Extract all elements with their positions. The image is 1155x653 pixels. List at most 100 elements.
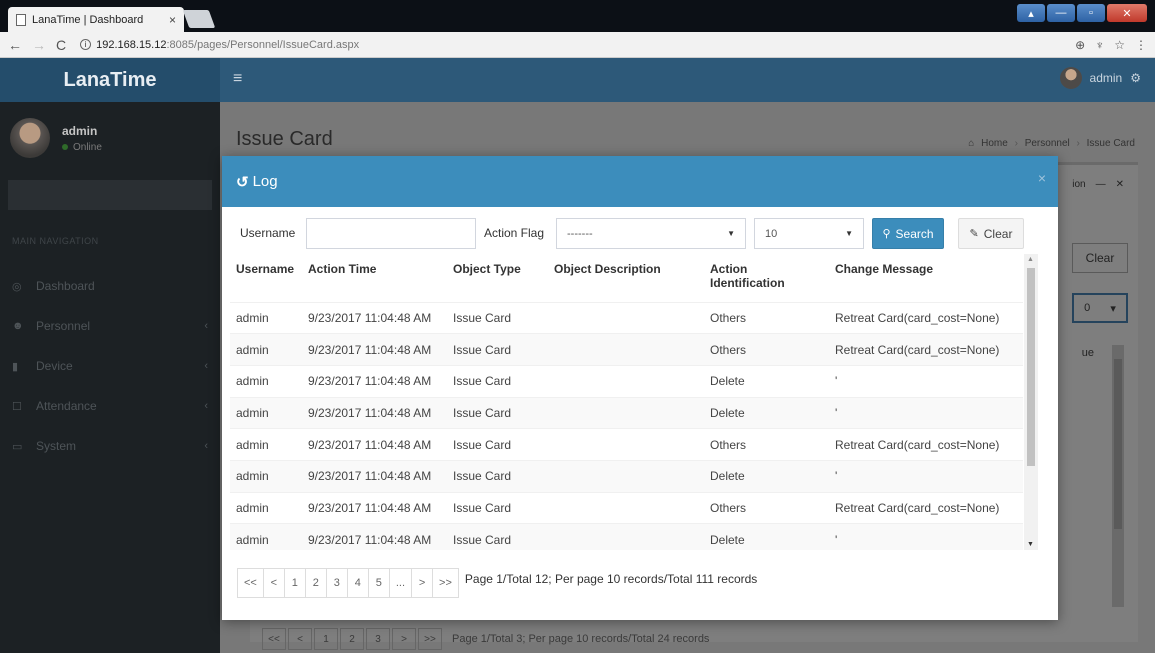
pager-last[interactable]: >> (418, 628, 442, 650)
pager-page-5[interactable]: 5 (367, 568, 390, 598)
pager-prev[interactable]: < (262, 568, 285, 598)
maximize-button[interactable]: ▫ (1077, 4, 1105, 22)
scroll-up-icon[interactable]: ▲ (1027, 256, 1034, 263)
column-header[interactable]: Action Identification (704, 254, 829, 303)
table-row[interactable]: admin 9/23/2017 11:04:48 AM Issue Card Othe… (230, 333, 1023, 366)
chevron-left-icon: ‹ (204, 360, 208, 372)
pager-last[interactable]: >> (432, 568, 459, 598)
column-header[interactable]: Change Message (829, 254, 1023, 303)
url-field[interactable]: i 192.168.15.12 :8085/pages/Personnel/Is… (80, 39, 359, 51)
scroll-down-icon[interactable]: ▼ (1027, 541, 1034, 548)
column-header[interactable]: Action Time (302, 254, 447, 303)
table-cell: 9/23/2017 11:04:48 AM (302, 333, 447, 366)
page-size-select[interactable]: 10 ▼ (754, 218, 864, 249)
close-window-button[interactable]: ✕ (1107, 4, 1147, 22)
table-cell: Others (704, 301, 829, 334)
clear-button[interactable]: ✎ Clear (958, 218, 1024, 249)
table-cell: Retreat Card(card_cost=None) (829, 491, 1023, 524)
log-table: Username Action Time Object Type Object … (230, 254, 1023, 550)
app-logo[interactable]: LanaTime (0, 58, 220, 102)
modal-title: Log (252, 173, 278, 190)
select-value: 0 (1084, 302, 1091, 314)
remove-icon[interactable]: ✕ (1116, 179, 1124, 190)
sidebar-item-dashboard[interactable]: ◎ Dashboard (0, 266, 220, 306)
header-username: admin (1089, 71, 1123, 85)
reload-icon[interactable]: C (56, 37, 66, 53)
collapse-icon[interactable]: — (1096, 179, 1106, 190)
filter-row: Username Action Flag ------- ▼ 10 ▼ ⚲ Se… (222, 218, 1058, 250)
breadcrumb: ⌂ Home › Personnel › Issue Card (966, 138, 1137, 149)
pager-page-4[interactable]: 4 (346, 568, 369, 598)
pager-first[interactable]: << (237, 568, 264, 598)
background-column-header: ue (1081, 347, 1094, 359)
pager-page[interactable]: 1 (314, 628, 338, 650)
help-button[interactable]: ▴ (1017, 4, 1045, 22)
table-scrollbar[interactable]: ▲ ▼ (1024, 254, 1038, 550)
forward-icon[interactable]: → (32, 37, 46, 53)
minimize-button[interactable]: — (1047, 4, 1075, 22)
system-icon: ▭ (12, 440, 23, 453)
table-row[interactable]: admin 9/23/2017 11:04:48 AM Issue Card Dele… (230, 523, 1023, 550)
browser-tab[interactable]: LanaTime | Dashboard × (8, 7, 184, 32)
star-icon[interactable]: ☆ (1114, 38, 1125, 52)
table-cell: 9/23/2017 11:04:48 AM (302, 491, 447, 524)
sidebar-item-device[interactable]: ▮ Device ‹ (0, 346, 220, 386)
info-icon[interactable]: i (80, 39, 92, 50)
column-header[interactable]: Object Type (447, 254, 548, 303)
table-cell: Retreat Card(card_cost=None) (829, 301, 1023, 334)
pager-next[interactable]: > (411, 568, 434, 598)
pager-page-1[interactable]: 1 (283, 568, 306, 598)
table-cell: Issue Card (447, 523, 548, 550)
caret-down-icon: ▼ (845, 229, 853, 238)
extension-icon[interactable]: ♆ (1095, 38, 1104, 52)
zoom-icon[interactable]: ⊕ (1075, 38, 1085, 52)
back-icon[interactable]: ← (8, 37, 22, 53)
user-menu[interactable]: admin ⚙ (1059, 67, 1141, 89)
gears-icon[interactable]: ⚙ (1130, 71, 1141, 85)
username-input[interactable] (306, 218, 476, 249)
table-row[interactable]: admin 9/23/2017 11:04:48 AM Issue Card Othe… (230, 491, 1023, 524)
pager-ellipsis[interactable]: ... (388, 568, 413, 598)
new-tab-button[interactable] (182, 10, 216, 28)
menu-icon[interactable]: ⋮ (1135, 38, 1147, 52)
pager-page[interactable]: 2 (340, 628, 364, 650)
pager-next[interactable]: > (392, 628, 416, 650)
table-row[interactable]: admin 9/23/2017 11:04:48 AM Issue Card Dele… (230, 396, 1023, 429)
sidebar-item-attendance[interactable]: ☐ Attendance ‹ (0, 386, 220, 426)
sidebar-search-input[interactable] (8, 180, 212, 210)
background-scrollbar[interactable] (1112, 345, 1124, 607)
pager-page[interactable]: 3 (366, 628, 390, 650)
close-icon[interactable]: × (1038, 170, 1046, 186)
hamburger-icon[interactable]: ≡ (233, 70, 242, 88)
sidebar-item-personnel[interactable]: ☻ Personnel ‹ (0, 306, 220, 346)
window-controls: ▴ — ▫ ✕ (1017, 4, 1147, 22)
breadcrumb-home[interactable]: Home (981, 138, 1008, 149)
panel-tool-label[interactable]: ion (1072, 179, 1085, 190)
table-row[interactable]: admin 9/23/2017 11:04:48 AM Issue Card Othe… (230, 301, 1023, 334)
action-flag-select[interactable]: ------- ▼ (556, 218, 746, 249)
table-cell: ' (829, 459, 1023, 493)
table-row[interactable]: admin 9/23/2017 11:04:48 AM Issue Card Othe… (230, 428, 1023, 461)
column-header[interactable]: Object Description (548, 254, 704, 303)
table-cell: Issue Card (447, 364, 548, 398)
pager-first[interactable]: << (262, 628, 286, 650)
table-row[interactable]: admin 9/23/2017 11:04:48 AM Issue Card Dele… (230, 364, 1023, 398)
table-cell (548, 428, 704, 461)
tab-close-icon[interactable]: × (169, 13, 176, 27)
pager-page-3[interactable]: 3 (325, 568, 348, 598)
background-clear-button[interactable]: Clear (1072, 243, 1128, 273)
table-header-row: Username Action Time Object Type Object … (230, 254, 1023, 303)
sidebar-item-system[interactable]: ▭ System ‹ (0, 426, 220, 466)
table-cell: Issue Card (447, 459, 548, 493)
pager-page-2[interactable]: 2 (304, 568, 327, 598)
caret-down-icon: ▾ (1110, 302, 1116, 315)
table-row[interactable]: admin 9/23/2017 11:04:48 AM Issue Card Dele… (230, 459, 1023, 493)
column-header[interactable]: Username (230, 254, 302, 303)
breadcrumb-personnel[interactable]: Personnel (1025, 138, 1070, 149)
table-cell: Issue Card (447, 396, 548, 429)
scrollbar-thumb[interactable] (1027, 268, 1035, 466)
pager-prev[interactable]: < (288, 628, 312, 650)
table-cell: ' (829, 396, 1023, 429)
search-button[interactable]: ⚲ Search (872, 218, 944, 249)
background-page-size-select[interactable]: 0 ▾ (1072, 293, 1128, 323)
